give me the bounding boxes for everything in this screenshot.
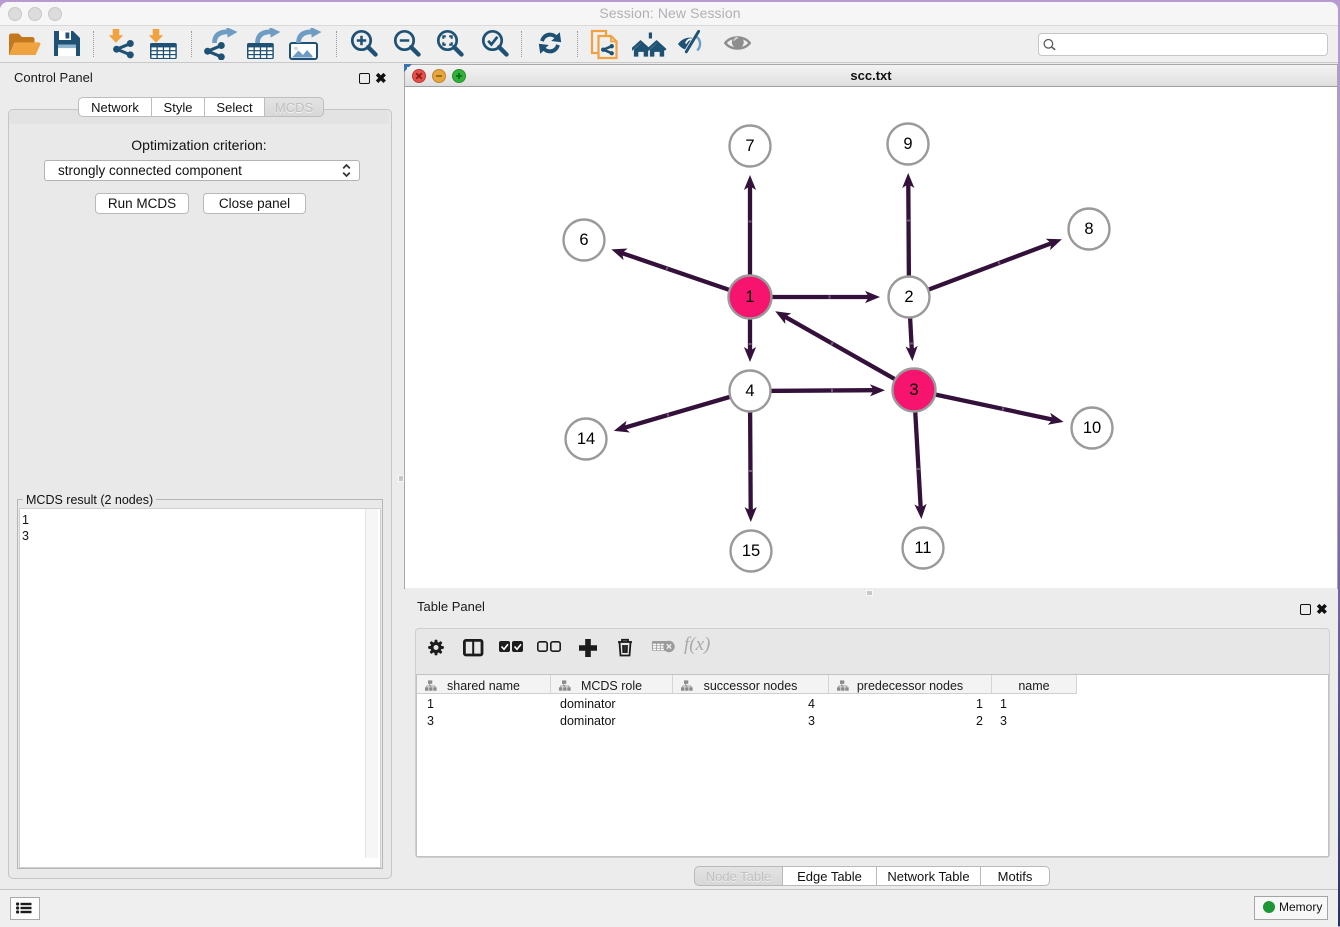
svg-text:10: 10 (1083, 419, 1101, 437)
svg-text:15: 15 (742, 542, 760, 560)
svg-text:4: 4 (745, 382, 754, 400)
svg-text:9: 9 (903, 135, 912, 153)
svg-text:6: 6 (579, 231, 588, 249)
svg-text:7: 7 (745, 137, 754, 155)
svg-text:2: 2 (904, 288, 913, 306)
svg-text:1: 1 (745, 288, 754, 306)
svg-text:8: 8 (1084, 220, 1093, 238)
svg-text:11: 11 (914, 539, 931, 557)
svg-text:14: 14 (577, 430, 595, 448)
svg-text:3: 3 (909, 381, 918, 399)
